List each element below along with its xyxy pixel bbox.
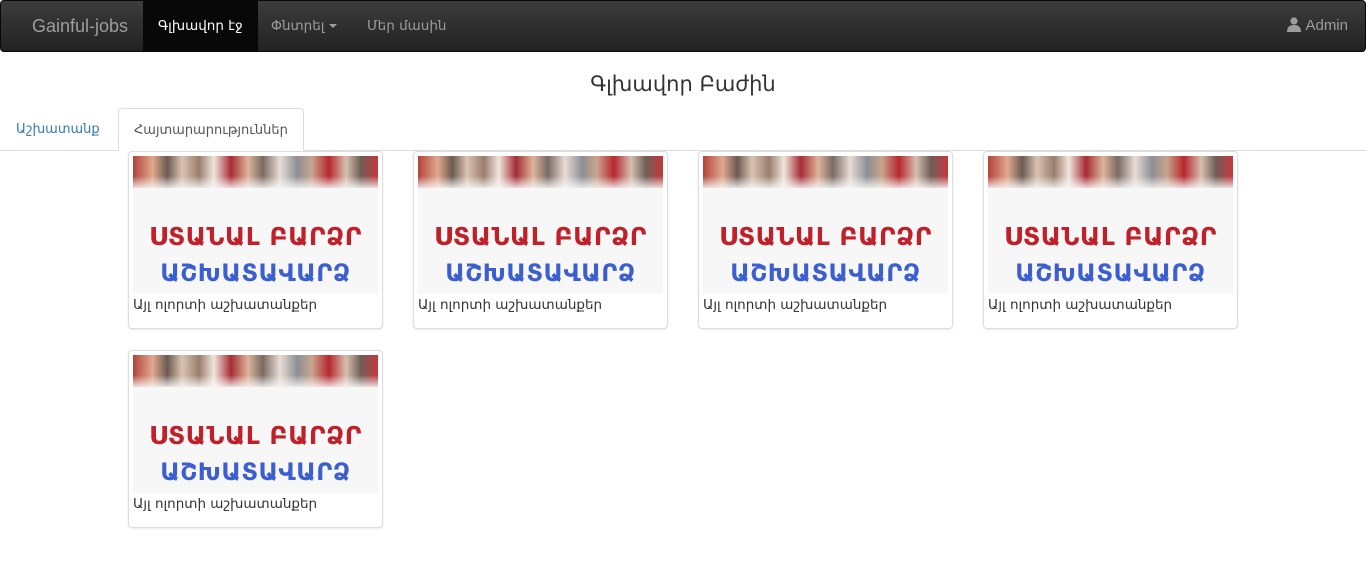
banner-subheadline: ԱՇԽԱՏԱՎԱՐՁ (160, 259, 351, 287)
user-menu[interactable]: Admin (1287, 1, 1348, 51)
announcement-card[interactable]: ՍՏԱՆԱԼ ԲԱՐՁՐ ԱՇԽԱՏԱՎԱՐՁ Այլ ոլորտի աշխատ… (983, 151, 1238, 329)
announcement-card[interactable]: ՍՏԱՆԱԼ ԲԱՐՁՐ ԱՇԽԱՏԱՎԱՐՁ Այլ ոլորտի աշխատ… (128, 151, 383, 329)
banner-headline: ՍՏԱՆԱԼ ԲԱՐՁՐ (149, 222, 362, 251)
nav-item-home[interactable]: Գլխավոր էջ (143, 1, 258, 51)
caret-down-icon (329, 24, 338, 28)
card-caption: Այլ ոլորտի աշխատանքեր (703, 297, 888, 313)
announcement-card[interactable]: ՍՏԱՆԱԼ ԲԱՐՁՐ ԱՇԽԱՏԱՎԱՐՁ Այլ ոլորտի աշխատ… (698, 151, 953, 329)
card-banner-image: ՍՏԱՆԱԼ ԲԱՐՁՐ ԱՇԽԱՏԱՎԱՐՁ (133, 156, 378, 294)
card-banner-image: ՍՏԱՆԱԼ ԲԱՐՁՐ ԱՇԽԱՏԱՎԱՐՁ (133, 355, 378, 493)
nav-item-search-dropdown[interactable]: Փնտրել (256, 1, 352, 51)
banner-headline: ՍՏԱՆԱԼ ԲԱՐՁՐ (149, 421, 362, 450)
tab-announcements[interactable]: Հայտարարություններ (118, 108, 304, 151)
user-icon (1287, 17, 1302, 32)
banner-subheadline: ԱՇԽԱՏԱՎԱՐՁ (1015, 259, 1206, 287)
user-name: Admin (1305, 17, 1348, 34)
card-caption: Այլ ոլորտի աշխատանքեր (133, 496, 318, 512)
banner-subheadline: ԱՇԽԱՏԱՎԱՐՁ (160, 458, 351, 486)
banner-headline: ՍՏԱՆԱԼ ԲԱՐՁՐ (719, 222, 932, 251)
card-caption: Այլ ոլորտի աշխատանքեր (133, 297, 318, 313)
card-banner-image: ՍՏԱՆԱԼ ԲԱՐՁՐ ԱՇԽԱՏԱՎԱՐՁ (418, 156, 663, 294)
banner-subheadline: ԱՇԽԱՏԱՎԱՐՁ (730, 259, 921, 287)
card-banner-image: ՍՏԱՆԱԼ ԲԱՐՁՐ ԱՇԽԱՏԱՎԱՐՁ (703, 156, 948, 294)
banner-headline: ՍՏԱՆԱԼ ԲԱՐՁՐ (434, 222, 647, 251)
page-title: Գլխավոր Բաժին (590, 72, 776, 96)
brand-link[interactable]: Gainful-jobs (32, 16, 128, 37)
card-caption: Այլ ոլորտի աշխատանքեր (418, 297, 603, 313)
banner-headline: ՍՏԱՆԱԼ ԲԱՐՁՐ (1004, 222, 1217, 251)
announcement-card[interactable]: ՍՏԱՆԱԼ ԲԱՐՁՐ ԱՇԽԱՏԱՎԱՐՁ Այլ ոլորտի աշխատ… (413, 151, 668, 329)
tab-jobs[interactable]: Աշխատանք (1, 108, 115, 151)
nav-item-search-label: Փնտրել (271, 18, 325, 34)
announcement-card[interactable]: ՍՏԱՆԱԼ ԲԱՐՁՐ ԱՇԽԱՏԱՎԱՐՁ Այլ ոլորտի աշխատ… (128, 350, 383, 528)
nav-item-about[interactable]: Մեր մասին (352, 1, 461, 51)
top-navbar: Gainful-jobs Գլխավոր էջ Փնտրել Մեր մասին… (0, 0, 1366, 52)
banner-subheadline: ԱՇԽԱՏԱՎԱՐՁ (445, 259, 636, 287)
card-banner-image: ՍՏԱՆԱԼ ԲԱՐՁՐ ԱՇԽԱՏԱՎԱՐՁ (988, 156, 1233, 294)
card-caption: Այլ ոլորտի աշխատանքեր (988, 297, 1173, 313)
